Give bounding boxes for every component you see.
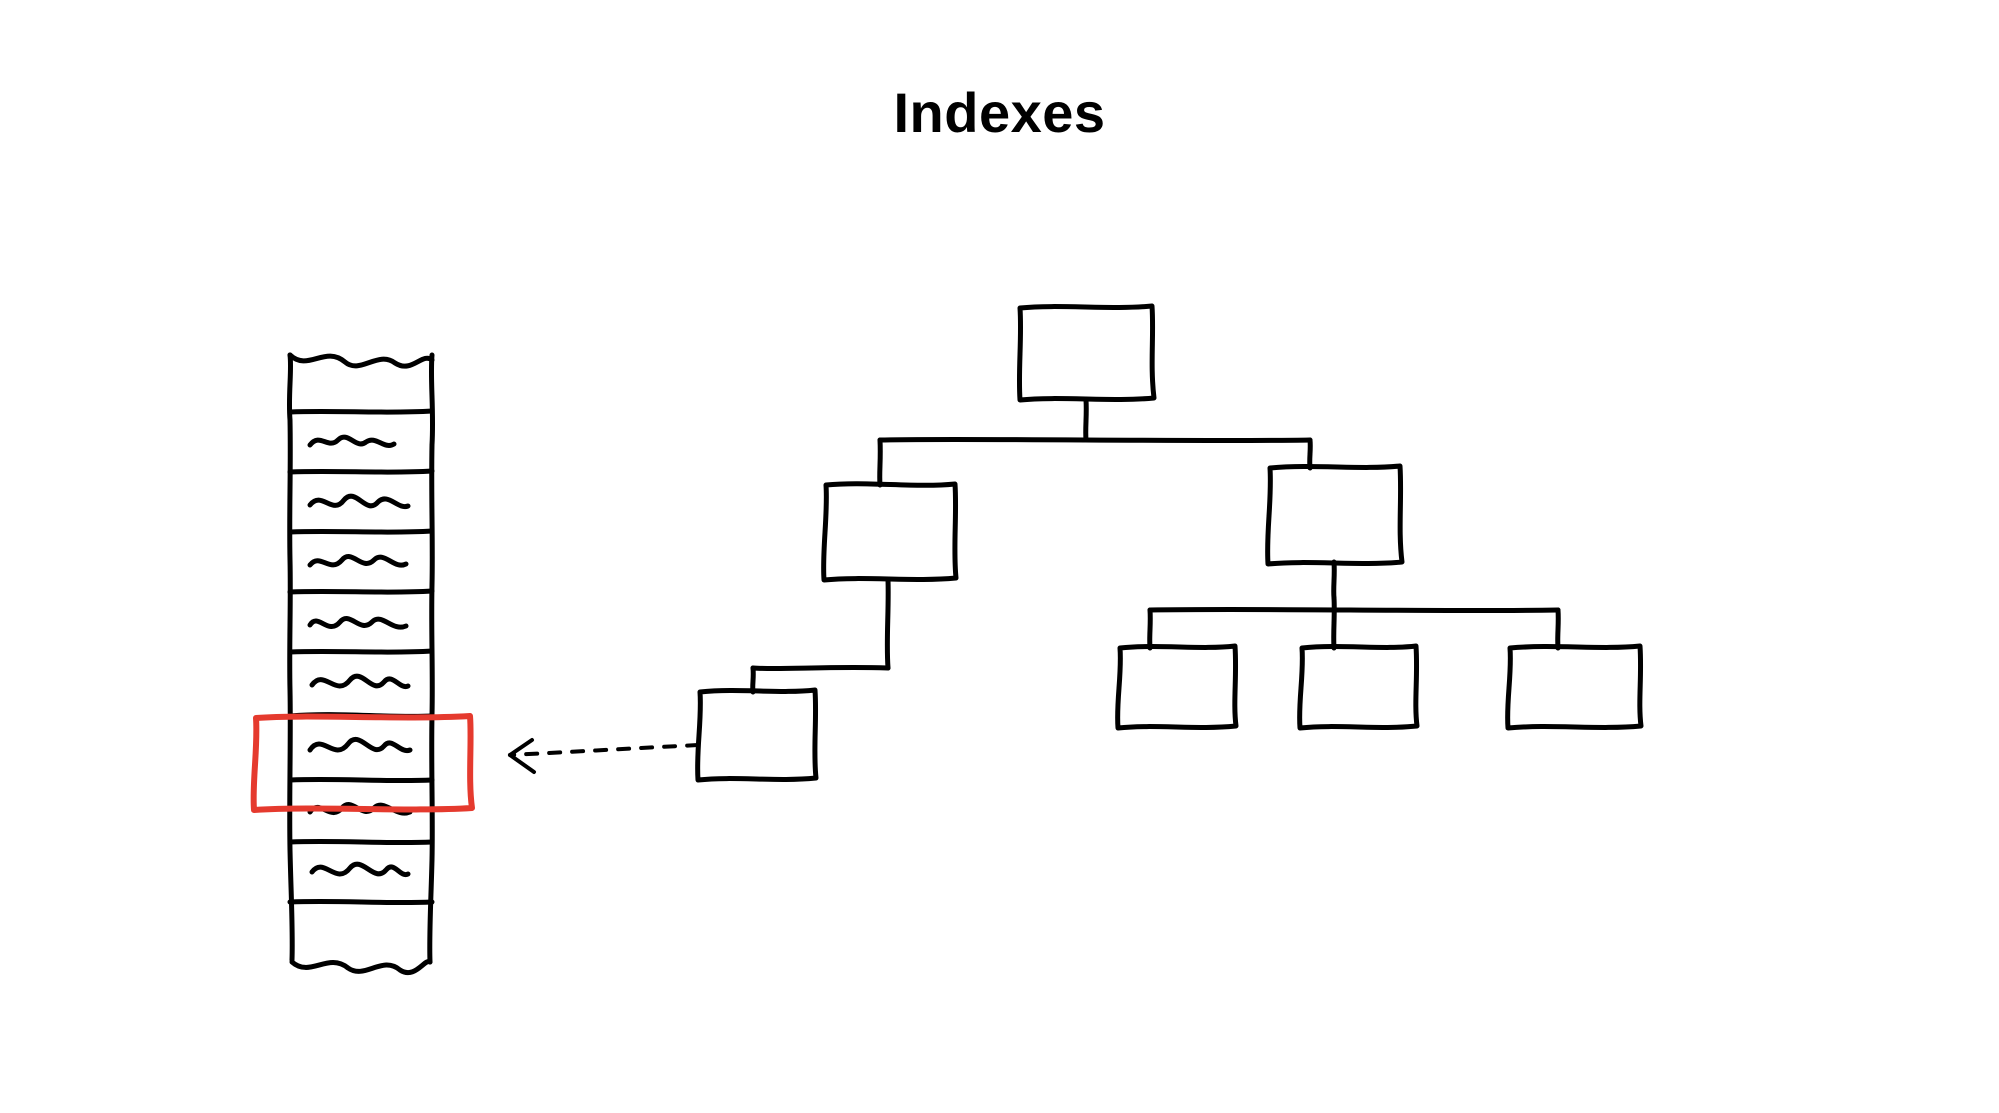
record-strip [289,355,432,973]
tree-leaf-left [698,690,816,780]
tree-right-child [1268,466,1402,564]
tree-leaf-r3 [1508,646,1641,728]
diagram-canvas: Indexes [0,0,1999,1113]
tree-root-node [1019,306,1154,400]
tree-left-child [824,484,956,580]
tree-leaf-r1 [1118,646,1236,728]
index-tree [698,306,1641,780]
pointer-arrow [510,740,698,772]
tree-leaf-r2 [1300,646,1417,728]
diagram-svg [0,0,1999,1113]
highlight-box [254,716,472,810]
